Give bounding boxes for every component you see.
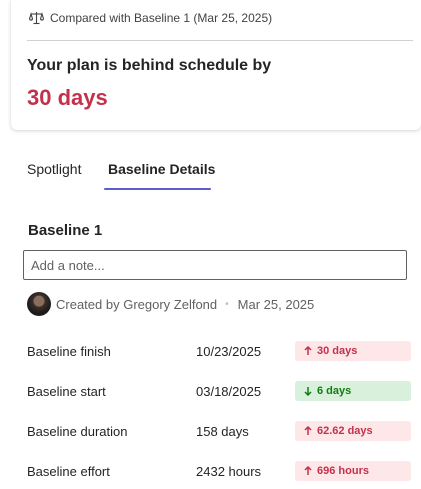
tab-baseline-details[interactable]: Baseline Details (108, 161, 215, 177)
note-input[interactable] (23, 250, 407, 280)
compared-with-text: Compared with Baseline 1 (Mar 25, 2025) (50, 11, 273, 25)
metric-value-finish: 10/23/2025 (196, 344, 262, 359)
arrow-down-icon (304, 387, 312, 396)
baseline-name: Baseline 1 (28, 222, 103, 239)
selected-tab-indicator (104, 188, 211, 190)
metric-value-start: 03/18/2025 (196, 384, 262, 399)
metric-label-start: Baseline start (27, 384, 106, 399)
metric-label-duration: Baseline duration (27, 424, 128, 439)
metric-delta-start: 6 days (317, 385, 352, 397)
arrow-up-icon (304, 346, 312, 355)
metric-delta-finish: 30 days (317, 345, 358, 357)
avatar (27, 292, 51, 316)
metric-badge-finish: 30 days (295, 341, 411, 361)
metric-delta-duration: 62.62 days (317, 425, 373, 437)
metric-badge-effort: 696 hours (295, 461, 411, 481)
metric-value-effort: 2432 hours (196, 464, 262, 479)
compared-with-row: Compared with Baseline 1 (Mar 25, 2025) (29, 11, 272, 25)
schedule-delay-value: 30 days (27, 85, 108, 110)
created-date: Mar 25, 2025 (237, 296, 315, 312)
scales-icon (29, 11, 44, 25)
created-by-text: Created by Gregory Zelfond (56, 296, 218, 312)
divider (27, 40, 413, 41)
separator-dot: • (225, 298, 229, 310)
metric-value-duration: 158 days (196, 424, 249, 439)
metric-badge-start: 6 days (295, 381, 411, 401)
arrow-up-icon (304, 466, 312, 475)
schedule-status-title: Your plan is behind schedule by (27, 57, 272, 74)
metric-delta-effort: 696 hours (317, 465, 369, 477)
metric-badge-duration: 62.62 days (295, 421, 411, 441)
tab-spotlight[interactable]: Spotlight (27, 161, 81, 177)
metric-label-effort: Baseline effort (27, 464, 110, 479)
metric-label-finish: Baseline finish (27, 344, 111, 359)
schedule-summary-card: Compared with Baseline 1 (Mar 25, 2025) … (11, 0, 421, 130)
baseline-panel: Compared with Baseline 1 (Mar 25, 2025) … (0, 0, 421, 489)
created-by-row: Created by Gregory Zelfond • Mar 25, 202… (27, 292, 314, 316)
arrow-up-icon (304, 426, 312, 435)
